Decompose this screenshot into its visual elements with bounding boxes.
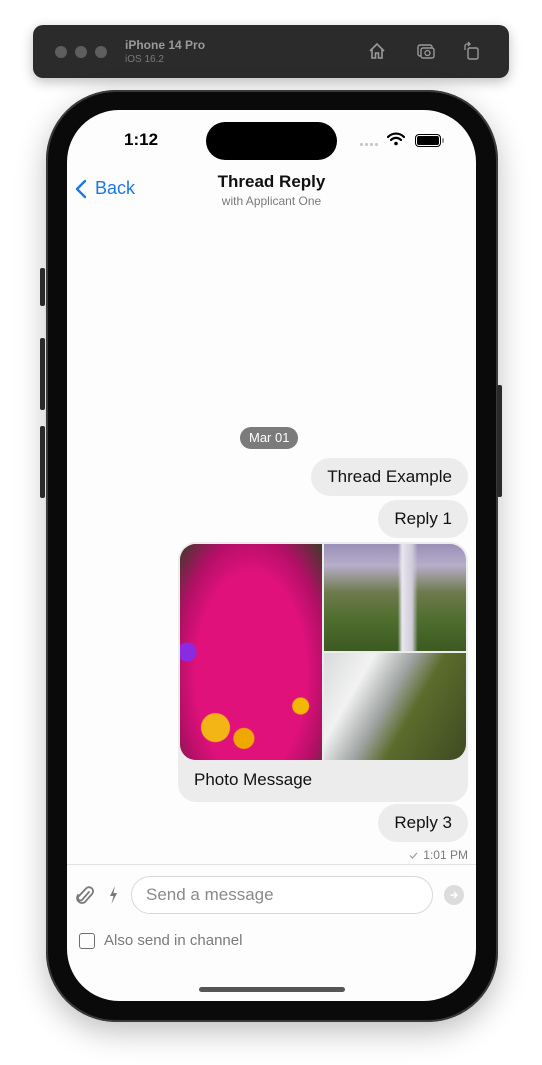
message-bubble[interactable]: Reply 3 bbox=[378, 804, 468, 842]
checkmark-icon bbox=[409, 852, 418, 859]
device-name: iPhone 14 Pro bbox=[125, 38, 206, 52]
send-button[interactable] bbox=[444, 885, 464, 905]
also-send-label: Also send in channel bbox=[104, 932, 243, 949]
message-bubble[interactable]: Thread Example bbox=[311, 458, 468, 496]
timestamp-text: 1:01 PM bbox=[423, 848, 468, 862]
dynamic-island bbox=[206, 122, 337, 160]
waterfall-rocks-photo[interactable] bbox=[324, 653, 466, 760]
arrow-right-icon bbox=[450, 891, 459, 899]
battery-icon bbox=[415, 134, 444, 147]
rotate-icon[interactable] bbox=[461, 41, 481, 61]
also-send-checkbox[interactable] bbox=[79, 932, 95, 949]
volume-down-button bbox=[40, 426, 45, 498]
lightning-icon[interactable] bbox=[108, 885, 118, 905]
cellular-signal-icon bbox=[360, 143, 378, 146]
photo-gallery[interactable] bbox=[180, 544, 466, 760]
status-time: 1:12 bbox=[124, 130, 159, 149]
os-version: iOS 16.2 bbox=[125, 54, 164, 65]
paperclip-icon[interactable] bbox=[75, 885, 95, 907]
phone-screen: 1:12 Back Thread Reply with Applicant On… bbox=[67, 110, 476, 1001]
wifi-icon bbox=[387, 132, 405, 146]
window-zoom-button[interactable] bbox=[95, 46, 107, 58]
waterfall-cliff-photo[interactable] bbox=[324, 544, 466, 651]
photo-caption: Photo Message bbox=[194, 770, 313, 789]
window-close-button[interactable] bbox=[55, 46, 67, 58]
composer-divider bbox=[67, 864, 476, 865]
screenshot-icon[interactable] bbox=[416, 41, 436, 61]
pink-flowers-photo[interactable] bbox=[180, 544, 322, 760]
simulator-toolbar: iPhone 14 Pro iOS 16.2 bbox=[33, 25, 509, 78]
message-input[interactable] bbox=[131, 876, 433, 914]
photo-message-bubble[interactable]: Photo Message bbox=[178, 542, 468, 802]
power-button bbox=[497, 385, 502, 497]
volume-up-button bbox=[40, 338, 45, 410]
nav-subtitle: with Applicant One bbox=[221, 194, 322, 208]
date-separator: Mar 01 bbox=[240, 427, 299, 449]
nav-title: Thread Reply bbox=[217, 172, 326, 191]
message-bubble[interactable]: Reply 1 bbox=[378, 500, 468, 538]
also-send-in-channel[interactable]: Also send in channel bbox=[79, 932, 242, 949]
home-icon[interactable] bbox=[367, 41, 387, 61]
message-timestamp: 1:01 PM bbox=[409, 848, 468, 862]
mute-switch bbox=[40, 268, 45, 306]
window-minimize-button[interactable] bbox=[75, 46, 87, 58]
home-indicator[interactable] bbox=[199, 987, 345, 992]
